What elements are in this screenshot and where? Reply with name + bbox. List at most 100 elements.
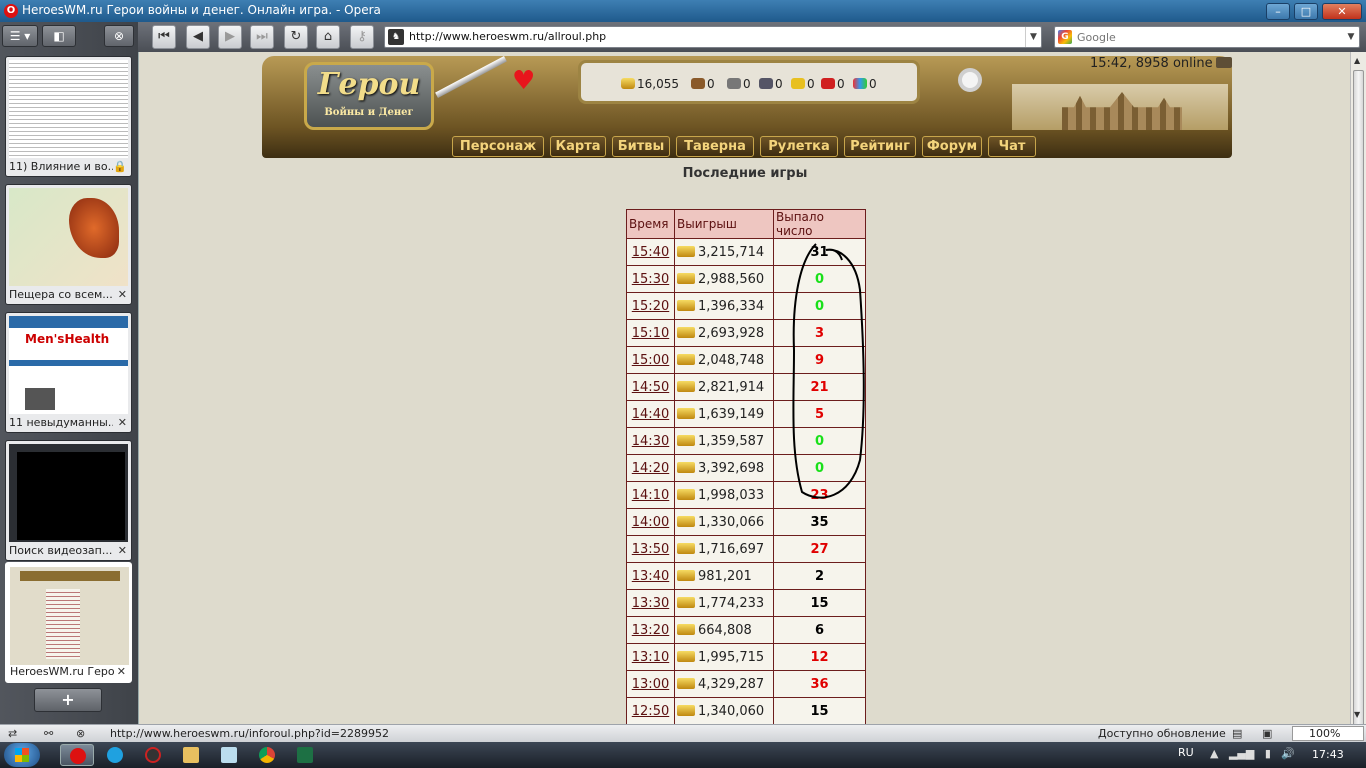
tab-thumbnail bbox=[9, 188, 128, 286]
start-button[interactable] bbox=[4, 743, 40, 767]
vertical-scrollbar[interactable]: ▲ ▼ bbox=[1350, 52, 1366, 726]
taskbar-chrome[interactable] bbox=[250, 744, 284, 766]
home-button[interactable]: ⌂ bbox=[316, 25, 340, 49]
game-time-link[interactable]: 14:20 bbox=[632, 461, 669, 476]
search-dropdown-icon[interactable]: ▼ bbox=[1343, 27, 1359, 47]
address-dropdown-icon[interactable]: ▼ bbox=[1025, 27, 1041, 47]
zoom-control[interactable]: 100% bbox=[1292, 726, 1364, 741]
ring-icon[interactable] bbox=[958, 68, 982, 92]
address-bar[interactable]: ♞ http://www.heroeswm.ru/allroul.php ▼ bbox=[384, 26, 1042, 48]
panels-icon[interactable]: ▤ bbox=[1232, 727, 1242, 740]
menu-character[interactable]: Персонаж bbox=[452, 136, 544, 157]
plus-icon: + bbox=[61, 690, 75, 709]
game-time-link[interactable]: 14:30 bbox=[632, 434, 669, 449]
new-tab-button[interactable]: + bbox=[34, 688, 102, 712]
game-menu: Персонаж Карта Битвы Таверна Рулетка Рей… bbox=[450, 136, 1050, 158]
close-tab-icon[interactable]: ✕ bbox=[118, 544, 127, 557]
game-time-link[interactable]: 15:30 bbox=[632, 272, 669, 287]
game-time-link[interactable]: 12:50 bbox=[632, 704, 669, 719]
win-cell: 1,995,715 bbox=[674, 643, 774, 671]
menu-tavern[interactable]: Таверна bbox=[676, 136, 754, 157]
tab-item[interactable]: Пещера со всем... ✕ bbox=[5, 184, 132, 305]
unite-icon[interactable]: ⚯ bbox=[44, 727, 53, 740]
win-cell: 1,639,149 bbox=[674, 400, 774, 428]
tab-preview-toggle-button[interactable]: ◧ bbox=[42, 25, 76, 47]
game-time-link[interactable]: 14:40 bbox=[632, 407, 669, 422]
tab-item[interactable]: Men'sHealth 11 невыдуманны... ✕ bbox=[5, 312, 132, 433]
closed-tabs-button[interactable]: ⊗ bbox=[104, 25, 134, 47]
gold-icon bbox=[677, 272, 695, 284]
site-favicon-icon: ♞ bbox=[388, 29, 404, 45]
sync-icon[interactable]: ⇄ bbox=[8, 727, 17, 740]
rewind-button[interactable]: ⏮ bbox=[152, 25, 176, 49]
win-cell: 2,693,928 bbox=[674, 319, 774, 347]
maximize-button[interactable]: □ bbox=[1294, 3, 1318, 20]
game-time-link[interactable]: 13:30 bbox=[632, 596, 669, 611]
menu-roulette[interactable]: Рулетка bbox=[760, 136, 838, 157]
game-time-link[interactable]: 15:10 bbox=[632, 326, 669, 341]
back-button[interactable]: ◀ bbox=[186, 25, 210, 49]
game-time-link[interactable]: 13:10 bbox=[632, 650, 669, 665]
images-icon[interactable]: ▣ bbox=[1262, 727, 1272, 740]
menu-chat[interactable]: Чат bbox=[988, 136, 1036, 157]
game-time-link[interactable]: 15:40 bbox=[632, 245, 669, 260]
taskbar-skype[interactable] bbox=[98, 744, 132, 766]
game-time-link[interactable]: 13:00 bbox=[632, 677, 669, 692]
tab-item[interactable]: Поиск видеозап... ✕ bbox=[5, 440, 132, 561]
game-time-link[interactable]: 13:20 bbox=[632, 623, 669, 638]
forward-button[interactable]: ▶ bbox=[218, 25, 242, 49]
search-box[interactable]: G ▼ bbox=[1054, 26, 1360, 48]
taskbar-notepad[interactable] bbox=[212, 744, 246, 766]
mail-icon[interactable] bbox=[1215, 57, 1232, 68]
game-time-link[interactable]: 15:20 bbox=[632, 299, 669, 314]
game-time-link[interactable]: 14:10 bbox=[632, 488, 669, 503]
game-time-link[interactable]: 13:50 bbox=[632, 542, 669, 557]
game-time-link[interactable]: 15:00 bbox=[632, 353, 669, 368]
column-header-time: Время bbox=[626, 209, 675, 239]
game-time-link[interactable]: 13:40 bbox=[632, 569, 669, 584]
network-icon[interactable]: ▂▄▆ bbox=[1229, 747, 1254, 760]
wood-icon bbox=[691, 78, 705, 89]
battery-icon[interactable]: ▮ bbox=[1265, 747, 1271, 760]
time-cell: 15:40 bbox=[626, 238, 675, 266]
close-tab-icon[interactable]: ✕ bbox=[117, 665, 126, 678]
scrollbar-thumb[interactable] bbox=[1353, 70, 1364, 726]
close-tab-icon[interactable]: ✕ bbox=[118, 416, 127, 429]
volume-icon[interactable]: 🔊 bbox=[1281, 747, 1295, 760]
wand-button[interactable]: ⚷ bbox=[350, 25, 374, 49]
panel-menu-button[interactable]: ☰ ▾ bbox=[2, 25, 38, 47]
menu-map[interactable]: Карта bbox=[550, 136, 606, 157]
taskbar-excel[interactable] bbox=[288, 744, 322, 766]
tray-expand-icon[interactable]: ▲ bbox=[1210, 747, 1218, 760]
resource-mercury: 0 bbox=[759, 77, 783, 91]
language-indicator[interactable]: RU bbox=[1178, 746, 1194, 759]
address-url: http://www.heroeswm.ru/allroul.php bbox=[409, 30, 607, 43]
close-window-button[interactable]: ✕ bbox=[1322, 3, 1362, 20]
taskbar-clock[interactable]: 17:43 bbox=[1312, 748, 1344, 761]
menu-forum[interactable]: Форум bbox=[922, 136, 982, 157]
minimize-button[interactable]: – bbox=[1266, 3, 1290, 20]
result-number: 15 bbox=[773, 697, 866, 725]
update-available[interactable]: Доступно обновление bbox=[1098, 727, 1226, 740]
tab-label: Поиск видеозап... bbox=[9, 544, 113, 557]
tab-item[interactable]: 11) Влияние и во... 🔒 bbox=[5, 56, 132, 177]
taskbar-media[interactable] bbox=[136, 744, 170, 766]
game-time-link[interactable]: 14:00 bbox=[632, 515, 669, 530]
game-logo[interactable]: Герои Войны и Денег bbox=[304, 62, 434, 130]
scroll-down-icon[interactable]: ▼ bbox=[1354, 710, 1360, 719]
tab-item-active[interactable]: HeroesWM.ru Геро... ✕ bbox=[5, 562, 132, 683]
fast-forward-button[interactable]: ⏭ bbox=[250, 25, 274, 49]
reload-button[interactable]: ↻ bbox=[284, 25, 308, 49]
heart-icon[interactable]: ♥ bbox=[512, 66, 535, 96]
search-input[interactable] bbox=[1077, 29, 1337, 45]
taskbar-opera[interactable] bbox=[60, 744, 94, 766]
scroll-up-icon[interactable]: ▲ bbox=[1354, 56, 1360, 65]
win-cell: 3,215,714 bbox=[674, 238, 774, 266]
taskbar-explorer[interactable] bbox=[174, 744, 208, 766]
menu-icon: ☰ ▾ bbox=[9, 29, 31, 43]
game-time-link[interactable]: 14:50 bbox=[632, 380, 669, 395]
close-tab-icon[interactable]: ✕ bbox=[118, 288, 127, 301]
menu-rating[interactable]: Рейтинг bbox=[844, 136, 916, 157]
menu-battles[interactable]: Битвы bbox=[612, 136, 670, 157]
turbo-icon[interactable]: ⊗ bbox=[76, 727, 85, 740]
